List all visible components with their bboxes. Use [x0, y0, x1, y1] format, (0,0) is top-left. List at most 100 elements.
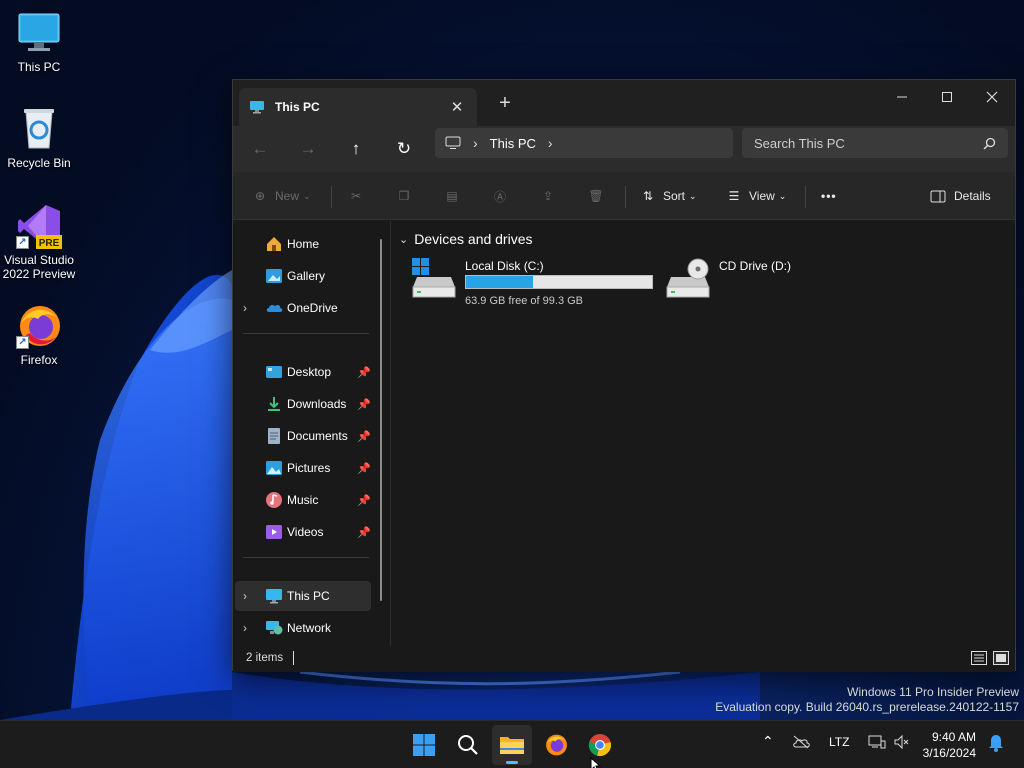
home-icon	[267, 237, 281, 251]
cut-button[interactable]: ✂	[347, 184, 371, 208]
sidebar-item-label: Pictures	[287, 461, 331, 475]
taskbar-firefox[interactable]	[536, 725, 576, 765]
up-button[interactable]: ↑	[341, 134, 371, 164]
music-icon	[266, 492, 282, 508]
taskbar-search-button[interactable]	[448, 725, 488, 765]
sidebar-scrollbar[interactable]	[380, 239, 382, 601]
network-tray-button[interactable]	[868, 735, 886, 752]
details-button[interactable]: Details	[930, 184, 991, 208]
details-view-toggle[interactable]	[971, 651, 987, 665]
group-header-label: Devices and drives	[414, 231, 533, 247]
minimize-button[interactable]	[879, 84, 925, 112]
sidebar-item-network[interactable]: › Network	[235, 613, 371, 643]
chevron-right-icon[interactable]: ›	[243, 301, 247, 315]
more-options-button[interactable]: •••	[821, 184, 837, 208]
sidebar-item-home[interactable]: Home	[235, 229, 371, 259]
delete-button[interactable]: 🗑	[587, 184, 611, 208]
share-icon: ⇪	[542, 189, 554, 203]
pin-icon[interactable]: 📌	[357, 366, 371, 379]
status-bar: 2 items	[233, 646, 1015, 672]
shortcut-arrow-icon: ↗	[16, 236, 29, 249]
pin-icon[interactable]: 📌	[357, 398, 371, 411]
forward-button[interactable]: →	[293, 134, 323, 164]
tiles-view-toggle[interactable]	[993, 651, 1009, 665]
taskbar-chrome[interactable]	[580, 725, 620, 768]
taskbar: ⌃ LTZ 9:40 AM 3/16/2024	[0, 720, 1024, 768]
taskbar-file-explorer[interactable]	[492, 725, 532, 765]
monitor-icon	[250, 101, 264, 114]
search-box[interactable]	[742, 128, 1008, 158]
sidebar-item-downloads[interactable]: Downloads 📌	[235, 389, 371, 419]
chevron-right-icon[interactable]: ›	[473, 135, 478, 151]
address-bar[interactable]: › This PC ›	[435, 128, 733, 158]
sidebar-item-music[interactable]: Music 📌	[235, 485, 371, 515]
evaluation-watermark: Windows 11 Pro Insider Preview Evaluatio…	[715, 685, 1019, 715]
chevron-right-icon[interactable]: ›	[243, 621, 247, 635]
desktop-icon-firefox[interactable]: ↗ Firefox	[0, 303, 78, 367]
paste-button[interactable]: ▤	[443, 184, 467, 208]
start-button[interactable]	[404, 725, 444, 765]
new-button[interactable]: ⊕ New ⌄	[251, 184, 311, 208]
drive-local-disk-c[interactable]: Local Disk (C:) 63.9 GB free of 99.3 GB	[411, 257, 657, 307]
view-button[interactable]: ☰ View ⌄	[725, 184, 787, 208]
group-header-devices[interactable]: ⌄ Devices and drives	[399, 231, 533, 247]
sidebar-item-onedrive[interactable]: › OneDrive	[235, 293, 371, 323]
close-window-button[interactable]	[969, 84, 1015, 112]
drive-usage-bar	[465, 275, 653, 289]
sidebar-item-gallery[interactable]: Gallery	[235, 261, 371, 291]
pin-icon[interactable]: 📌	[357, 430, 371, 443]
desktop-icon-label-line1: Visual Studio	[4, 253, 74, 267]
title-bar: This PC ✕ +	[233, 80, 1015, 126]
pin-icon[interactable]: 📌	[357, 494, 371, 507]
desktop-icon-recycle-bin[interactable]: Recycle Bin	[0, 106, 78, 170]
drive-cd-d[interactable]: CD Drive (D:)	[665, 257, 805, 307]
notifications-button[interactable]	[988, 734, 1004, 755]
new-label: New	[275, 189, 300, 203]
taskbar-clock[interactable]: 9:40 AM 3/16/2024	[923, 729, 976, 761]
back-button[interactable]: ←	[245, 134, 275, 164]
show-hidden-icons-button[interactable]: ⌃	[762, 733, 774, 750]
new-tab-button[interactable]: +	[493, 92, 517, 115]
view-list-icon: ☰	[728, 189, 740, 203]
chevron-up-icon: ⌃	[762, 733, 774, 749]
sidebar-item-pictures[interactable]: Pictures 📌	[235, 453, 371, 483]
desktop-icon-this-pc[interactable]: This PC	[0, 10, 78, 74]
cloud-offline-icon	[793, 735, 810, 749]
desktop-icon-label: This PC	[17, 60, 61, 74]
sidebar-item-documents[interactable]: Documents 📌	[235, 421, 371, 451]
sidebar-item-videos[interactable]: Videos 📌	[235, 517, 371, 547]
volume-tray-button[interactable]	[894, 734, 910, 752]
chevron-right-icon[interactable]: ›	[243, 589, 247, 603]
sidebar-item-label: Documents	[287, 429, 348, 443]
breadcrumb-this-pc[interactable]: This PC	[490, 136, 536, 151]
sidebar-item-desktop[interactable]: Desktop 📌	[235, 357, 371, 387]
sort-button[interactable]: ⇅ Sort ⌄	[639, 184, 697, 208]
close-tab-icon[interactable]: ✕	[447, 98, 467, 116]
gallery-icon	[266, 269, 282, 283]
minimize-icon	[897, 96, 907, 98]
file-explorer-icon	[500, 737, 524, 754]
share-button[interactable]: ⇪	[539, 184, 563, 208]
language-indicator[interactable]: LTZ	[829, 735, 849, 749]
copy-button[interactable]: ❐	[395, 184, 419, 208]
pin-icon[interactable]: 📌	[357, 462, 371, 475]
arrow-right-icon: →	[299, 139, 317, 158]
chevron-right-icon[interactable]: ›	[548, 135, 553, 151]
rename-button[interactable]: Ⓐ	[491, 184, 515, 208]
sidebar-item-label: Videos	[287, 525, 324, 539]
chevron-down-icon: ⌄	[399, 233, 409, 246]
maximize-button[interactable]	[924, 84, 970, 112]
arrow-left-icon: ←	[251, 139, 269, 158]
search-input[interactable]	[754, 135, 983, 151]
desktop-icon-visual-studio[interactable]: PRE ↗ Visual Studio 2022 Preview	[0, 203, 78, 281]
separator	[331, 186, 332, 208]
sidebar-item-label: This PC	[287, 589, 330, 603]
item-count: 2 items	[246, 652, 284, 664]
sidebar-item-label: Gallery	[287, 269, 326, 283]
pin-icon[interactable]: 📌	[357, 526, 371, 539]
command-bar: ⊕ New ⌄ ✂ ❐ ▤ Ⓐ ⇪ 🗑 ⇅ Sort ⌄ ☰ View ⌄ ••…	[233, 172, 1015, 220]
onedrive-tray-button[interactable]	[792, 735, 810, 752]
tab-this-pc[interactable]: This PC ✕	[239, 88, 477, 126]
sidebar-item-this-pc[interactable]: › This PC	[235, 581, 371, 611]
refresh-button[interactable]: ↻	[389, 134, 419, 164]
